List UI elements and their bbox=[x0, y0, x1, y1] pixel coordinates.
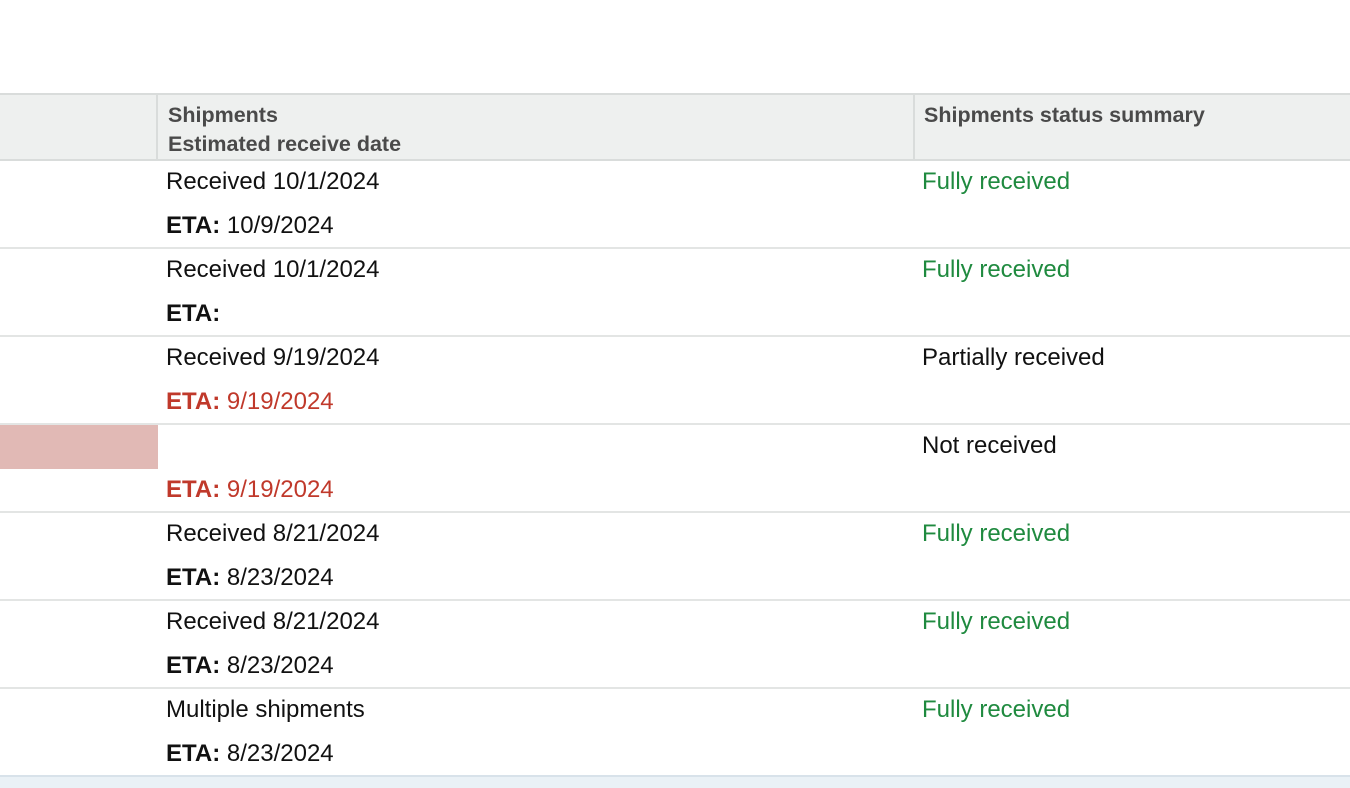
eta-label: ETA: bbox=[166, 388, 221, 415]
received-date: Multiple shipments bbox=[166, 696, 365, 723]
eta-value: 9/19/2024 bbox=[220, 388, 334, 415]
status-summary: Fully received bbox=[922, 520, 1071, 547]
eta-value: 10/9/2024 bbox=[220, 212, 334, 239]
header-status-summary[interactable]: Shipments status summary bbox=[915, 95, 1350, 159]
eta-value: 8/23/2024 bbox=[220, 564, 334, 591]
shipments-table: Shipments Estimated receive date Shipmen… bbox=[0, 93, 1350, 777]
header-shipments-title: Shipments bbox=[168, 103, 278, 127]
table-row[interactable]: Received 8/21/2024 ETA: 8/23/2024 Fully re… bbox=[0, 513, 1350, 601]
status-summary: Fully received bbox=[922, 696, 1071, 723]
table-row[interactable]: Received 10/1/2024 ETA: Fully received bbox=[0, 249, 1350, 337]
eta-line: ETA: 9/19/2024 bbox=[166, 475, 334, 505]
eta-label: ETA: bbox=[166, 652, 221, 679]
eta-line: ETA: 9/19/2024 bbox=[166, 387, 334, 417]
table-footer-band bbox=[0, 775, 1350, 788]
received-date: Received 10/1/2024 bbox=[166, 168, 380, 195]
shipments-page: Shipments Estimated receive date Shipmen… bbox=[0, 0, 1350, 788]
received-date: Received 10/1/2024 bbox=[166, 256, 380, 283]
eta-label: ETA: bbox=[166, 564, 221, 591]
row-left-cell bbox=[0, 161, 158, 205]
eta-value: 9/19/2024 bbox=[220, 476, 334, 503]
header-shipments-subtitle: Estimated receive date bbox=[168, 132, 402, 156]
eta-line: ETA: 10/9/2024 bbox=[166, 211, 334, 241]
table-row[interactable]: Received 8/21/2024 ETA: 8/23/2024 Fully re… bbox=[0, 601, 1350, 689]
header-status-title: Shipments status summary bbox=[924, 103, 1205, 127]
eta-label: ETA: bbox=[166, 740, 221, 767]
received-date: Received 8/21/2024 bbox=[166, 608, 380, 635]
row-left-cell bbox=[0, 337, 158, 381]
status-summary: Fully received bbox=[922, 608, 1071, 635]
eta-line: ETA: 8/23/2024 bbox=[166, 739, 334, 769]
status-summary: Not received bbox=[922, 432, 1057, 459]
eta-line: ETA: 8/23/2024 bbox=[166, 563, 334, 593]
eta-line: ETA: bbox=[166, 299, 220, 329]
received-date: Received 8/21/2024 bbox=[166, 520, 380, 547]
status-summary: Fully received bbox=[922, 256, 1071, 283]
eta-label: ETA: bbox=[166, 300, 221, 327]
row-left-cell bbox=[0, 249, 158, 293]
eta-value: 8/23/2024 bbox=[220, 652, 334, 679]
table-row[interactable]: Multiple shipments ETA: 8/23/2024 Fully re… bbox=[0, 689, 1350, 777]
row-left-cell bbox=[0, 601, 158, 645]
eta-label: ETA: bbox=[166, 476, 221, 503]
table-row[interactable]: ETA: 9/19/2024 Not received bbox=[0, 425, 1350, 513]
table-body: Received 10/1/2024 ETA: 10/9/2024 Fully re… bbox=[0, 161, 1350, 777]
status-summary: Fully received bbox=[922, 168, 1071, 195]
table-row[interactable]: Received 10/1/2024 ETA: 10/9/2024 Fully re… bbox=[0, 161, 1350, 249]
header-shipments[interactable]: Shipments Estimated receive date bbox=[158, 95, 915, 159]
row-left-cell bbox=[0, 513, 158, 557]
row-flag-cell bbox=[0, 425, 158, 469]
eta-value: 8/23/2024 bbox=[220, 740, 334, 767]
table-row[interactable]: Received 9/19/2024 ETA: 9/19/2024 Partiall… bbox=[0, 337, 1350, 425]
eta-label: ETA: bbox=[166, 212, 221, 239]
status-summary: Partially received bbox=[922, 344, 1105, 371]
table-header: Shipments Estimated receive date Shipmen… bbox=[0, 93, 1350, 161]
eta-line: ETA: 8/23/2024 bbox=[166, 651, 334, 681]
header-cell-blank bbox=[0, 95, 158, 159]
row-left-cell bbox=[0, 689, 158, 733]
received-date: Received 9/19/2024 bbox=[166, 344, 380, 371]
